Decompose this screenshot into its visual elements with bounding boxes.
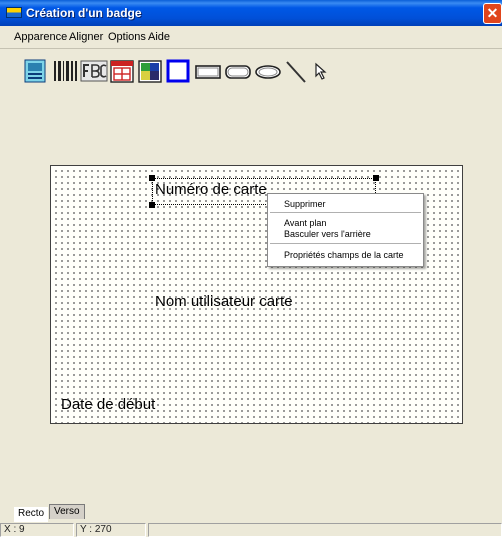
context-item-send-back[interactable]: Basculer vers l'arrière (284, 229, 371, 239)
context-item-bring-front[interactable]: Avant plan (284, 218, 326, 228)
side-tabs: Recto Verso (0, 502, 502, 522)
menu-bar: Apparence Aligner Options Aide (0, 26, 502, 48)
status-y-coordinate: Y : 270 (76, 523, 146, 537)
rounded-rectangle-icon[interactable] (224, 58, 252, 84)
rectangle-icon[interactable] (194, 58, 222, 84)
menu-aide[interactable]: Aide (148, 31, 170, 43)
context-separator (270, 243, 421, 244)
resize-handle-top-left[interactable] (149, 175, 155, 181)
window-title: Création d'un badge (26, 6, 142, 20)
line-icon[interactable] (284, 58, 308, 84)
square-icon[interactable] (166, 58, 190, 84)
start-date-field[interactable]: Date de début (61, 396, 155, 413)
resize-handle-bottom-left[interactable] (149, 202, 155, 208)
barcode-icon[interactable] (52, 58, 78, 84)
status-info-pane (148, 523, 502, 537)
status-bar: X : 9 Y : 270 (0, 522, 502, 537)
close-button[interactable]: ✕ (483, 3, 502, 24)
ellipse-icon[interactable] (254, 58, 282, 84)
card-user-name-field[interactable]: Nom utilisateur carte (155, 293, 293, 310)
toolbar (0, 50, 502, 90)
date-field-icon[interactable] (110, 58, 134, 84)
tab-verso[interactable]: Verso (49, 504, 85, 519)
tab-recto[interactable]: Recto (14, 507, 49, 522)
status-x-coordinate: X : 9 (0, 523, 74, 537)
menu-apparence[interactable]: Apparence (14, 31, 67, 43)
resize-handle-top-right[interactable] (373, 175, 379, 181)
menu-options[interactable]: Options (108, 31, 146, 43)
app-icon (6, 7, 22, 18)
photo-field-icon[interactable] (24, 58, 48, 84)
image-icon[interactable] (138, 58, 162, 84)
pointer-icon[interactable] (312, 58, 332, 84)
context-item-delete[interactable]: Supprimer (284, 199, 326, 209)
menu-divider (0, 48, 502, 49)
context-item-card-field-properties[interactable]: Propriétés champs de la carte (284, 250, 404, 260)
text-field-icon[interactable] (80, 58, 108, 84)
window-titlebar: Création d'un badge ✕ (0, 0, 502, 26)
context-separator (270, 212, 421, 213)
menu-aligner[interactable]: Aligner (69, 31, 103, 43)
context-menu: Supprimer Avant plan Basculer vers l'arr… (267, 193, 424, 267)
